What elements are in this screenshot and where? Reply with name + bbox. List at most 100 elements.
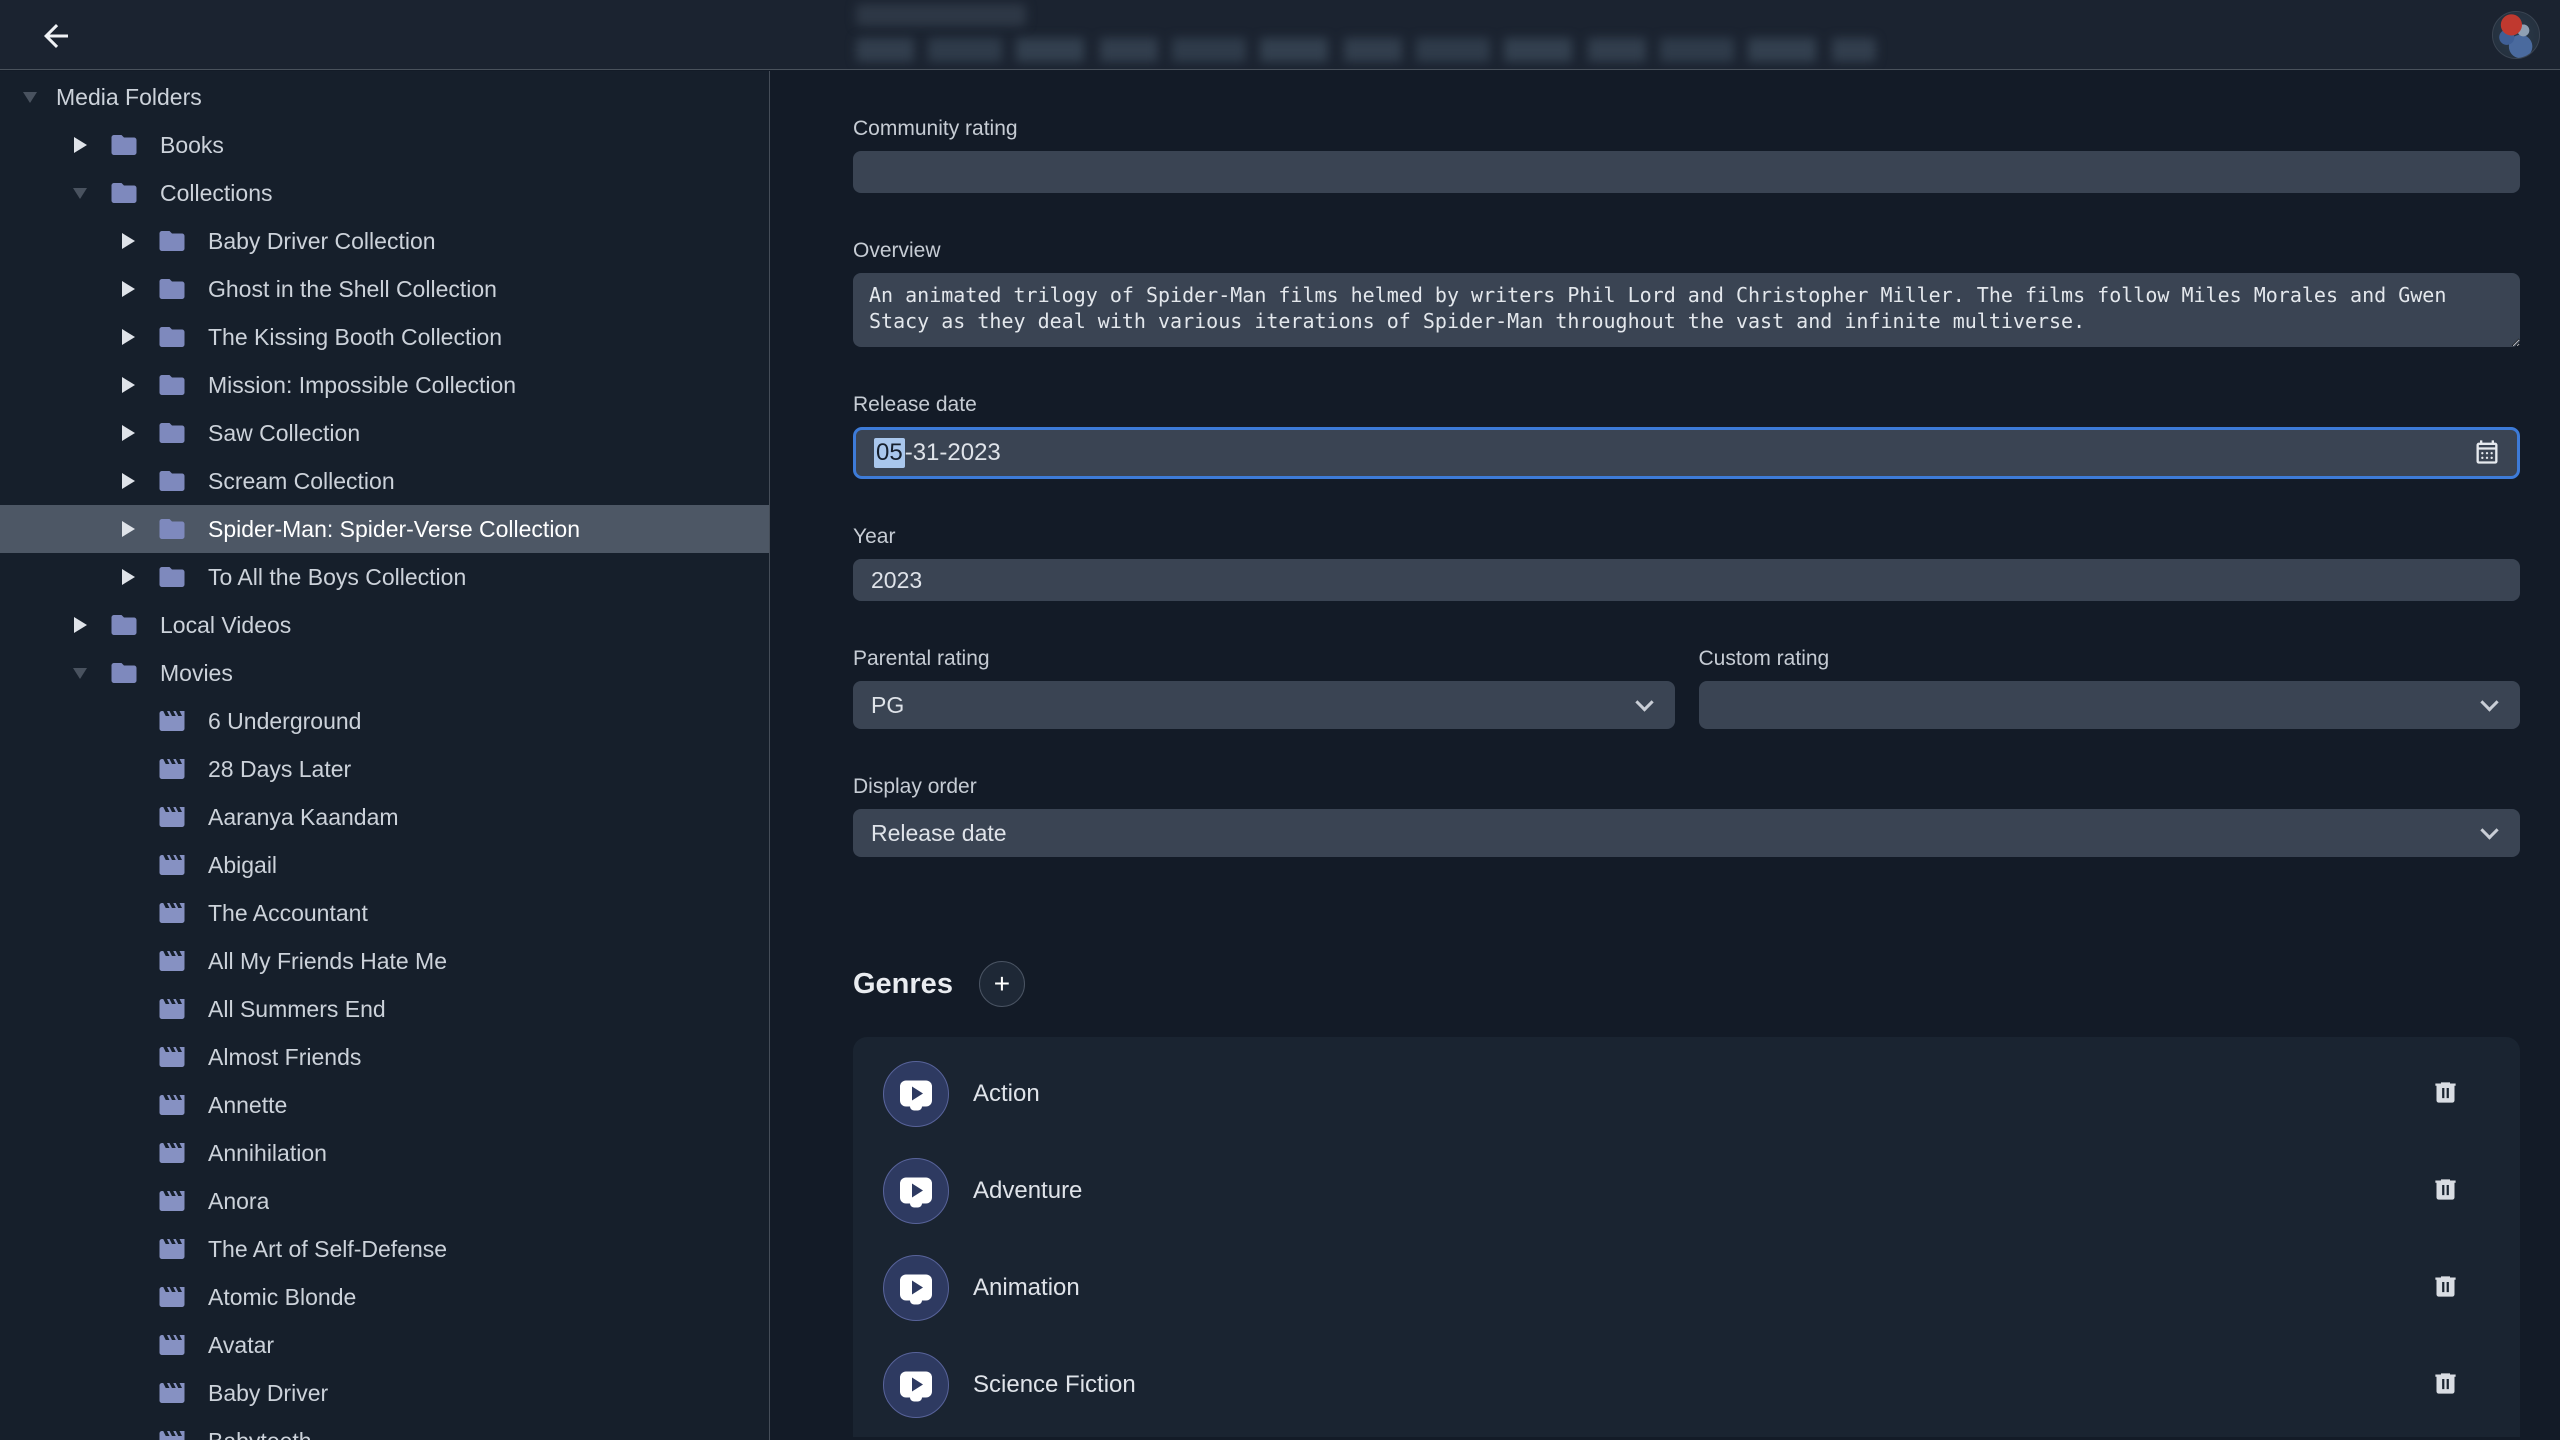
genre-row[interactable]: Adventure xyxy=(853,1142,2520,1239)
folder-icon xyxy=(154,274,190,304)
caret-icon xyxy=(120,1188,140,1214)
caret-icon xyxy=(120,756,140,782)
tree-item[interactable]: Local Videos xyxy=(0,601,769,649)
delete-genre-button[interactable] xyxy=(2430,1077,2460,1111)
tree-item[interactable]: Babyteeth xyxy=(0,1417,769,1440)
tree-item-label: Annette xyxy=(208,1092,287,1119)
movie-icon xyxy=(154,1282,190,1312)
video-play-icon xyxy=(900,1371,932,1397)
tree-item[interactable]: Scream Collection xyxy=(0,457,769,505)
parental-rating-value: PG xyxy=(871,692,904,719)
caret-icon xyxy=(120,804,140,830)
folder-icon xyxy=(154,226,190,256)
tree-item[interactable]: Books xyxy=(0,121,769,169)
genre-row[interactable]: Animation xyxy=(853,1239,2520,1336)
caret-icon[interactable] xyxy=(120,516,140,542)
scrolled-content-ghost-text xyxy=(856,38,1876,62)
calendar-icon xyxy=(2473,438,2501,466)
delete-genre-button[interactable] xyxy=(2430,1368,2460,1402)
tree-item[interactable]: To All the Boys Collection xyxy=(0,553,769,601)
tree-item[interactable]: Annette xyxy=(0,1081,769,1129)
tree-item-label: All My Friends Hate Me xyxy=(208,948,447,975)
tree-item[interactable]: 6 Underground xyxy=(0,697,769,745)
tree-item[interactable]: Baby Driver Collection xyxy=(0,217,769,265)
tree-item-label: 6 Underground xyxy=(208,708,361,735)
tree-item[interactable]: Avatar xyxy=(0,1321,769,1369)
tree-item[interactable]: Almost Friends xyxy=(0,1033,769,1081)
genre-row[interactable]: Action xyxy=(853,1045,2520,1142)
delete-genre-button[interactable] xyxy=(2430,1271,2460,1305)
tree-item-label: Baby Driver xyxy=(208,1380,328,1407)
caret-icon xyxy=(120,1428,140,1440)
tree-item-label: Ghost in the Shell Collection xyxy=(208,276,497,303)
parental-rating-label: Parental rating xyxy=(853,647,1675,671)
community-rating-input[interactable] xyxy=(853,151,2520,193)
tree-item[interactable]: All Summers End xyxy=(0,985,769,1033)
year-input[interactable] xyxy=(853,559,2520,601)
genre-row[interactable]: Science Fiction xyxy=(853,1336,2520,1433)
tree-item-label: Baby Driver Collection xyxy=(208,228,436,255)
tree-item[interactable]: Mission: Impossible Collection xyxy=(0,361,769,409)
movie-icon xyxy=(154,1378,190,1408)
metadata-editor: Community rating Overview An animated tr… xyxy=(771,71,2560,1440)
release-date-label: Release date xyxy=(853,393,2520,417)
caret-icon[interactable] xyxy=(120,420,140,446)
calendar-picker-button[interactable] xyxy=(2471,437,2503,469)
caret-icon[interactable] xyxy=(120,276,140,302)
tree-item-label: Annihilation xyxy=(208,1140,327,1167)
delete-genre-button[interactable] xyxy=(2430,1174,2460,1208)
custom-rating-select[interactable] xyxy=(1699,681,2521,729)
tree-item[interactable]: Annihilation xyxy=(0,1129,769,1177)
movie-icon xyxy=(154,1186,190,1216)
tree-item[interactable]: Collections xyxy=(0,169,769,217)
tree-item[interactable]: Abigail xyxy=(0,841,769,889)
release-date-input[interactable]: 05-31-2023 xyxy=(853,427,2520,479)
tree-item[interactable]: Aaranya Kaandam xyxy=(0,793,769,841)
caret-icon[interactable] xyxy=(72,180,92,206)
caret-icon[interactable] xyxy=(120,468,140,494)
back-button[interactable] xyxy=(36,17,76,57)
tree-item[interactable]: Media Folders xyxy=(0,73,769,121)
tree-item[interactable]: The Accountant xyxy=(0,889,769,937)
tree-item[interactable]: The Art of Self-Defense xyxy=(0,1225,769,1273)
tree-item[interactable]: The Kissing Booth Collection xyxy=(0,313,769,361)
caret-icon xyxy=(120,1044,140,1070)
caret-icon[interactable] xyxy=(120,324,140,350)
folder-icon xyxy=(154,370,190,400)
caret-icon[interactable] xyxy=(72,132,92,158)
release-date-field: Release date 05-31-2023 xyxy=(853,393,2520,479)
tree-item[interactable]: Movies xyxy=(0,649,769,697)
overview-textarea[interactable]: An animated trilogy of Spider-Man films … xyxy=(853,273,2520,347)
tree-item[interactable]: 28 Days Later xyxy=(0,745,769,793)
tree-item-label: Saw Collection xyxy=(208,420,360,447)
caret-icon[interactable] xyxy=(120,372,140,398)
tree-item[interactable]: Baby Driver xyxy=(0,1369,769,1417)
tree-item-label: Anora xyxy=(208,1188,269,1215)
caret-icon[interactable] xyxy=(120,564,140,590)
folder-icon xyxy=(106,178,142,208)
display-order-label: Display order xyxy=(853,775,2520,799)
display-order-select[interactable]: Release date xyxy=(853,809,2520,857)
caret-icon[interactable] xyxy=(72,612,92,638)
parental-rating-select[interactable]: PG xyxy=(853,681,1675,729)
caret-icon[interactable] xyxy=(120,228,140,254)
add-genre-button[interactable]: + xyxy=(979,961,1025,1007)
tree-item-label: Aaranya Kaandam xyxy=(208,804,399,831)
caret-icon xyxy=(120,1284,140,1310)
tree-item[interactable]: Saw Collection xyxy=(0,409,769,457)
date-selected-segment: 05 xyxy=(874,438,905,468)
movie-icon xyxy=(154,850,190,880)
tree-item[interactable]: All My Friends Hate Me xyxy=(0,937,769,985)
arrow-left-icon xyxy=(38,18,74,54)
tree-item[interactable]: Atomic Blonde xyxy=(0,1273,769,1321)
display-order-value: Release date xyxy=(871,820,1007,847)
genres-list: Action Adventure Animation Science Ficti… xyxy=(853,1037,2520,1437)
tree-item[interactable]: Spider-Man: Spider-Verse Collection xyxy=(0,505,769,553)
caret-icon[interactable] xyxy=(22,84,42,110)
tree-item[interactable]: Anora xyxy=(0,1177,769,1225)
caret-icon[interactable] xyxy=(72,660,92,686)
tree-item-label: Mission: Impossible Collection xyxy=(208,372,516,399)
user-avatar[interactable] xyxy=(2492,11,2540,59)
tree-item[interactable]: Ghost in the Shell Collection xyxy=(0,265,769,313)
overview-label: Overview xyxy=(853,239,2520,263)
